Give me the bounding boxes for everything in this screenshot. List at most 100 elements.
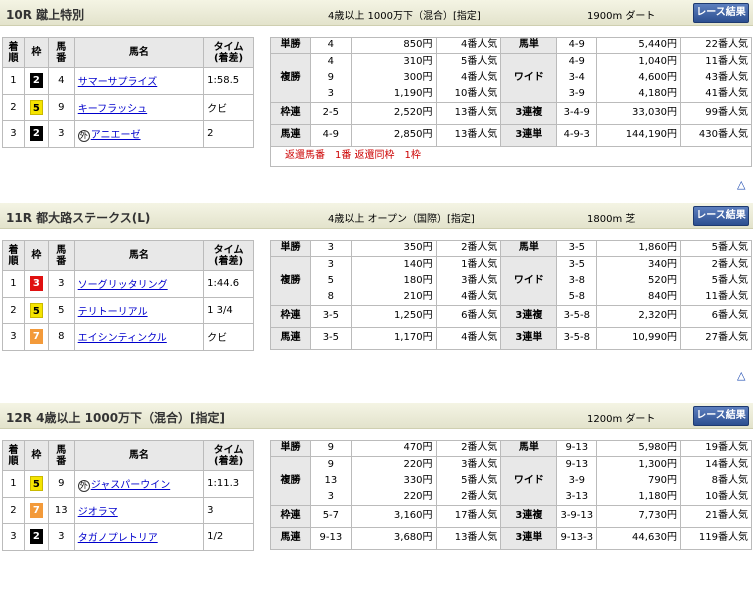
payout-popularity: 99番人気 bbox=[680, 101, 752, 125]
payout-amount-line: 340円 bbox=[647, 258, 678, 270]
payout-popularity-line: 5番人気 bbox=[461, 55, 498, 67]
payout-label: 馬連 bbox=[270, 526, 311, 550]
payout-amount: 1,300円 790円 1,180円 bbox=[596, 455, 682, 506]
payout-amount: 10,990円 bbox=[596, 326, 682, 350]
payout-combo: 3-5 bbox=[309, 326, 352, 350]
horse-number: 5 bbox=[47, 296, 75, 324]
payout-combo: 4-9 3-4 3-9 bbox=[556, 52, 598, 103]
finish-time: 1:58.5 bbox=[203, 67, 254, 95]
payout-popularity: 5番人気 4番人気 10番人気 bbox=[435, 52, 502, 103]
horse-name-link[interactable]: アニエーゼ bbox=[91, 130, 141, 141]
payout-combo-line: 4-9 bbox=[568, 55, 585, 67]
payout-amount: 3,680円 bbox=[350, 526, 437, 550]
scroll-top-icon[interactable]: △ bbox=[737, 369, 745, 382]
payout-amount-line: 300円 bbox=[403, 71, 433, 83]
payout-label: 3連単 bbox=[500, 123, 558, 147]
results-header-row: 着順枠馬番馬名 タイム (着差) bbox=[2, 240, 254, 271]
race-result-button[interactable]: レース結果 bbox=[693, 206, 749, 226]
payout-popularity: 6番人気 bbox=[680, 304, 752, 328]
horse-number: 13 bbox=[47, 496, 75, 524]
payout-combo-line: 9-13 bbox=[565, 458, 589, 470]
payout-popularity: 21番人気 bbox=[680, 504, 752, 528]
payout-popularity: 4番人気 bbox=[435, 326, 502, 350]
finish-position: 1 bbox=[2, 270, 25, 298]
frame-cell: 2 bbox=[23, 523, 49, 551]
payout-combo: 3-5-8 bbox=[556, 326, 598, 350]
payout-label: 3連複 bbox=[500, 504, 558, 528]
result-row: 1 3 3 ソーグリッタリング 1:44.6 bbox=[2, 270, 254, 298]
result-row: 2 5 9 キーフラッシュ クビ bbox=[2, 93, 254, 121]
results-header-cell: 枠 bbox=[23, 37, 49, 68]
horse-name-link[interactable]: ソーグリッタリング bbox=[78, 280, 168, 291]
payout-amount-line: 210円 bbox=[403, 290, 433, 302]
frame-cell: 3 bbox=[23, 270, 49, 298]
payout-popularity: 2番人気 bbox=[435, 240, 502, 257]
race-block: 11R 都大路ステークス(L) 4歳以上 オープン（国際）[指定] 1800m 芝 レ… bbox=[0, 203, 753, 403]
horse-name-link[interactable]: エイシンティンクル bbox=[78, 333, 167, 344]
payout-popularity-line: 8番人気 bbox=[711, 474, 748, 486]
payout-popularity: 13番人気 bbox=[435, 526, 502, 550]
payout-label: 3連複 bbox=[500, 101, 558, 125]
horse-name-link[interactable]: テリトーリアル bbox=[78, 307, 148, 318]
horse-name-link[interactable]: タガノプレトリア bbox=[78, 533, 158, 544]
payout-combo: 3-5 bbox=[556, 240, 598, 257]
horse-name-cell: キーフラッシュ bbox=[73, 93, 205, 121]
payout-row: 馬連 4-9 2,850円 13番人気 3連単 4-9-3 144,190円 430番人気 bbox=[270, 123, 752, 147]
payout-combo: 4-9-3 bbox=[556, 123, 598, 147]
payout-combo-line: 3-13 bbox=[565, 490, 589, 502]
payout-combo: 3 5 8 bbox=[309, 255, 352, 306]
results-header-cell: 枠 bbox=[23, 240, 49, 271]
frame-number: 3 bbox=[29, 276, 43, 292]
scroll-top-icon[interactable]: △ bbox=[737, 178, 745, 191]
payout-combo-line: 8 bbox=[327, 290, 335, 302]
payout-label: 馬単 bbox=[500, 240, 558, 257]
payout-row: 枠連 2-5 2,520円 13番人気 3連複 3-4-9 33,030円 99番人気 bbox=[270, 101, 752, 125]
race-result-button[interactable]: レース結果 bbox=[693, 406, 749, 426]
payout-amount: 140円 180円 210円 bbox=[350, 255, 437, 306]
payout-amount-line: 330円 bbox=[403, 474, 433, 486]
payout-row: 複勝 3 5 8 140円 180円 210円 1番人気 3番人気 4番人気 ワイド 3-5 3-8 5-… bbox=[270, 255, 752, 306]
payout-label: 馬単 bbox=[500, 440, 558, 457]
payout-amount-line: 1,300円 bbox=[638, 458, 678, 470]
result-row: 3 7 8 エイシンティンクル クビ bbox=[2, 323, 254, 351]
horse-name-link[interactable]: ジオラマ bbox=[78, 507, 118, 518]
payout-amount: 350円 bbox=[350, 240, 437, 257]
payout-label: 単勝 bbox=[270, 440, 311, 457]
payout-row: 複勝 9 13 3 220円 330円 220円 3番人気 5番人気 2番人気 ワイド 9-13 3-9… bbox=[270, 455, 752, 506]
payout-popularity: 14番人気 8番人気 10番人気 bbox=[680, 455, 752, 506]
payout-popularity: 17番人気 bbox=[435, 504, 502, 528]
race-title: 10R 蹴上特別 bbox=[6, 8, 85, 22]
result-row: 2 5 5 テリトーリアル 1 3/4 bbox=[2, 296, 254, 324]
frame-cell: 2 bbox=[23, 120, 49, 148]
payout-row: 単勝 3 350円 2番人気 馬単 3-5 1,860円 5番人気 bbox=[270, 240, 752, 257]
results-header-cell: 着順 bbox=[2, 37, 25, 68]
frame-cell: 2 bbox=[23, 67, 49, 95]
horse-number: 9 bbox=[47, 470, 75, 498]
finish-time: クビ bbox=[203, 93, 254, 121]
payout-label: 馬単 bbox=[500, 37, 558, 54]
payout-combo: 9 13 3 bbox=[309, 455, 352, 506]
payout-popularity: 430番人気 bbox=[680, 123, 752, 147]
race-result-button[interactable]: レース結果 bbox=[693, 3, 749, 23]
payout-label: 複勝 bbox=[270, 255, 311, 306]
horse-number: 9 bbox=[47, 93, 75, 121]
payout-amount: 3,160円 bbox=[350, 504, 437, 528]
payout-popularity: 5番人気 bbox=[680, 240, 752, 257]
payout-amount-line: 1,040円 bbox=[638, 55, 678, 67]
finish-position: 1 bbox=[2, 470, 25, 498]
payout-label: 複勝 bbox=[270, 52, 311, 103]
payout-popularity: 119番人気 bbox=[680, 526, 752, 550]
payout-popularity: 22番人気 bbox=[680, 37, 752, 54]
horse-name-link[interactable]: サマーサプライズ bbox=[78, 77, 158, 88]
horse-name-link[interactable]: ジャスパーウイン bbox=[91, 480, 171, 491]
horse-name-link[interactable]: キーフラッシュ bbox=[78, 104, 147, 115]
payout-amount-line: 4,180円 bbox=[638, 87, 678, 99]
payout-amount: 7,730円 bbox=[596, 504, 682, 528]
results-header-cell: 着順 bbox=[2, 240, 25, 271]
payout-amount-line: 1,190円 bbox=[393, 87, 433, 99]
payout-amount: 2,850円 bbox=[350, 123, 437, 147]
payout-popularity: 2番人気 5番人気 11番人気 bbox=[680, 255, 752, 306]
frame-cell: 5 bbox=[23, 93, 49, 121]
result-row: 1 5 9 外ジャスパーウイン 1:11.3 bbox=[2, 470, 254, 498]
payout-combo-line: 13 bbox=[324, 474, 338, 486]
